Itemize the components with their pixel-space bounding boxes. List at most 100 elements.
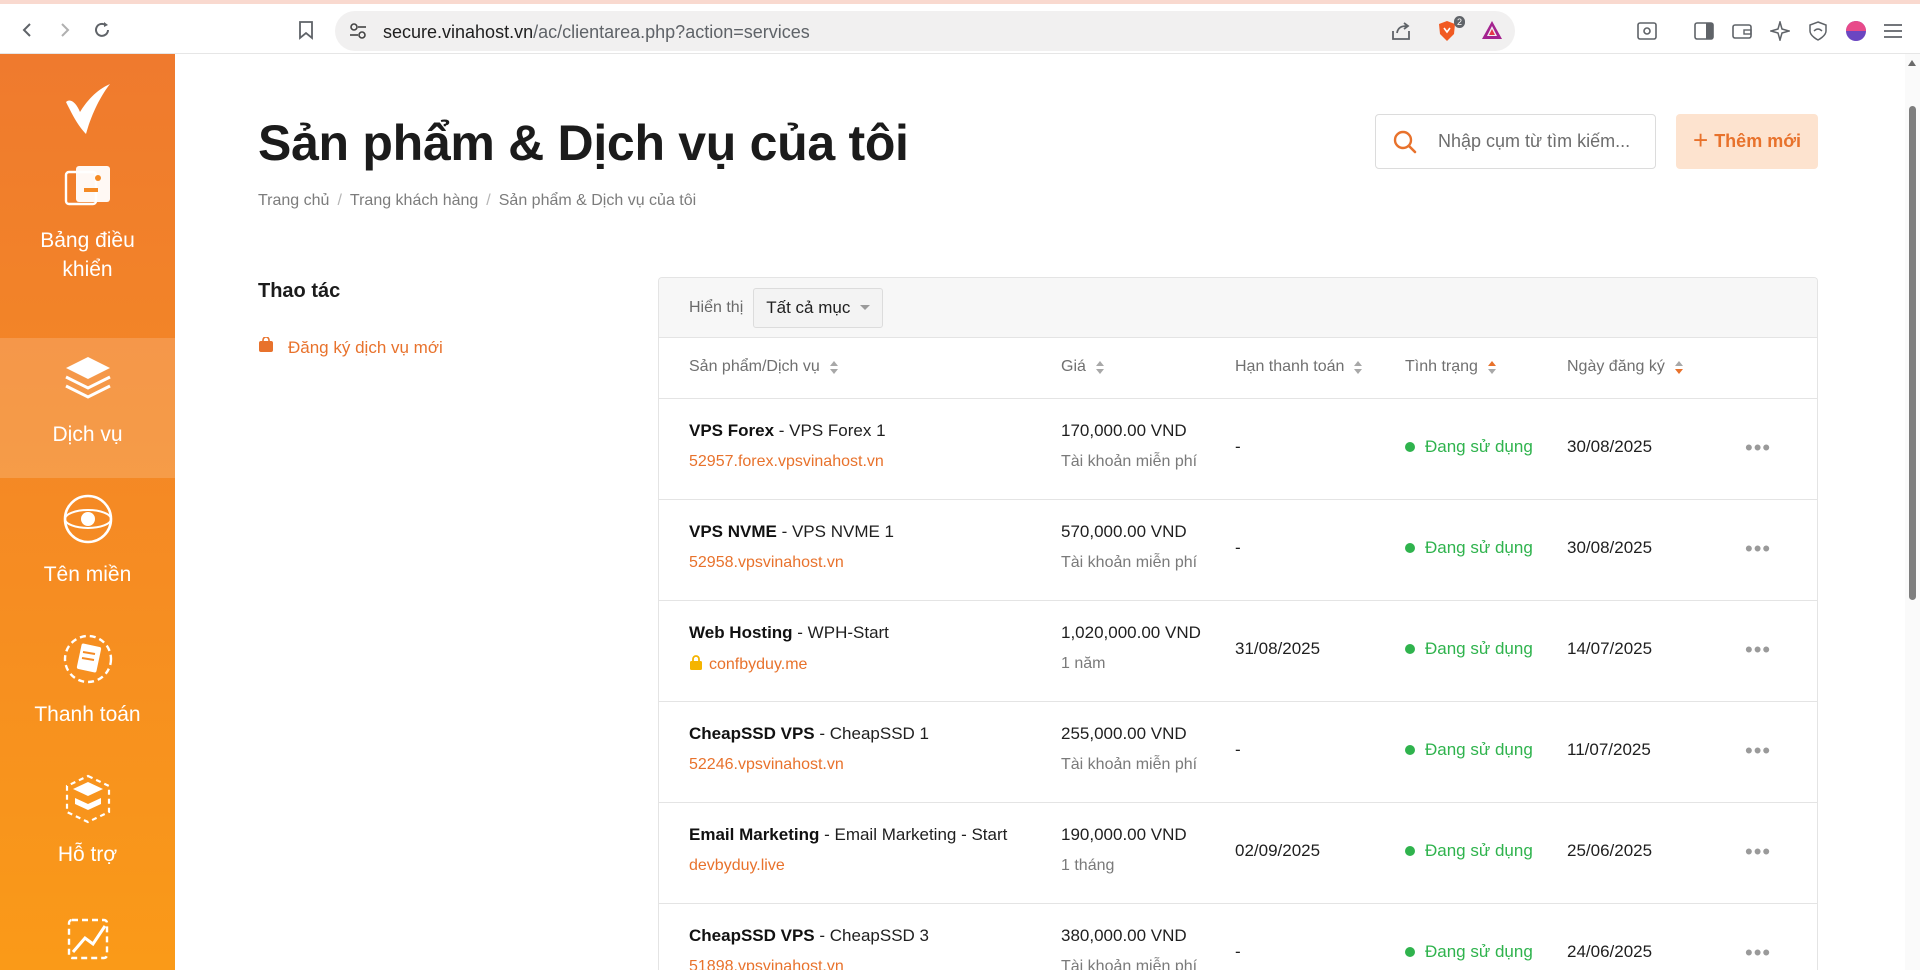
product-name[interactable]: VPS Forex - VPS Forex 1	[689, 421, 886, 441]
share-icon[interactable]	[1390, 21, 1412, 46]
product-group: CheapSSD VPS	[689, 724, 815, 743]
sidebar-item-services[interactable]: Dịch vụ	[0, 338, 175, 478]
column-header-registration-date[interactable]: Ngày đăng ký	[1567, 358, 1683, 376]
domain-icon	[59, 490, 117, 548]
status-badge: Đang sử dụng	[1405, 639, 1533, 659]
product-name[interactable]: CheapSSD VPS - CheapSSD 1	[689, 724, 929, 744]
sidebar-item-label: Hỗ trợ	[57, 843, 118, 866]
vinahost-logo[interactable]	[60, 80, 116, 140]
table-row[interactable]: VPS NVME - VPS NVME 1 52958.vpsvinahost.…	[659, 500, 1817, 601]
table-row[interactable]: CheapSSD VPS - CheapSSD 1 52246.vpsvinah…	[659, 702, 1817, 803]
search-icon[interactable]	[1392, 129, 1418, 160]
site-settings-icon[interactable]	[349, 22, 367, 45]
brave-rewards-icon[interactable]	[1480, 19, 1504, 46]
status-dot-icon	[1405, 846, 1415, 856]
table-header: Sản phẩm/Dịch vụ Giá Hạn thanh toán Tình…	[659, 338, 1817, 399]
scrollbar-thumb[interactable]	[1909, 106, 1916, 600]
sidebar-item-domains[interactable]: Tên miền	[0, 478, 175, 618]
status-text: Đang sử dụng	[1425, 538, 1533, 557]
product-plan: - VPS Forex 1	[774, 421, 886, 440]
status-text: Đang sử dụng	[1425, 942, 1533, 961]
vpn-icon[interactable]	[1805, 18, 1831, 44]
product-hostname[interactable]: 51898.vpsvinahost.vn	[689, 958, 844, 970]
column-label: Giá	[1061, 358, 1086, 375]
hostname-text: 52958.vpsvinahost.vn	[689, 554, 844, 571]
billing-cycle: Tài khoản miễn phí	[1061, 554, 1198, 571]
table-row[interactable]: Web Hosting - WPH-Start confbyduy.me 1,0…	[659, 601, 1817, 702]
product-group: Web Hosting	[689, 623, 793, 642]
bookmark-icon[interactable]	[292, 16, 320, 44]
billing-cycle: 1 năm	[1061, 655, 1106, 672]
hostname-text: 52246.vpsvinahost.vn	[689, 756, 844, 773]
product-name[interactable]: CheapSSD VPS - CheapSSD 3	[689, 926, 929, 946]
sidebar-item-dashboard[interactable]: Bảng điều khiển	[0, 144, 175, 284]
sidebar-toggle-icon[interactable]	[1691, 18, 1717, 44]
sort-icon	[1095, 360, 1104, 374]
product-hostname[interactable]: 52246.vpsvinahost.vn	[689, 756, 844, 774]
add-new-label: Thêm mới	[1714, 131, 1801, 151]
sidebar-item-label: Dịch vụ	[52, 423, 123, 446]
status-dot-icon	[1405, 442, 1415, 452]
registration-date: 14/07/2025	[1567, 639, 1653, 658]
more-options-icon[interactable]: •••	[1745, 435, 1771, 461]
due-date: -	[1235, 437, 1241, 456]
product-plan: - Email Marketing - Start	[819, 825, 1008, 844]
breadcrumb-home[interactable]: Trang chủ	[258, 192, 329, 210]
add-new-button[interactable]: + Thêm mới	[1676, 114, 1818, 169]
more-options-icon[interactable]: •••	[1745, 839, 1771, 865]
sort-icon	[1487, 360, 1496, 374]
column-header-status[interactable]: Tình trạng	[1405, 358, 1496, 376]
registration-date: 30/08/2025	[1567, 437, 1653, 456]
filter-select[interactable]: Tất cả mục	[753, 287, 884, 328]
sidebar-item-reports[interactable]	[0, 898, 175, 970]
search-box	[1375, 114, 1656, 169]
status-text: Đang sử dụng	[1425, 740, 1533, 759]
profile-avatar-icon[interactable]	[1843, 18, 1869, 44]
scroll-up-icon[interactable]	[1908, 60, 1916, 66]
back-icon[interactable]	[14, 16, 42, 44]
column-label: Tình trạng	[1405, 358, 1478, 375]
forward-icon[interactable]	[50, 16, 78, 44]
product-name[interactable]: VPS NVME - VPS NVME 1	[689, 522, 894, 542]
more-options-icon[interactable]: •••	[1745, 637, 1771, 663]
leo-ai-icon[interactable]	[1767, 18, 1793, 44]
product-hostname[interactable]: 52958.vpsvinahost.vn	[689, 554, 844, 572]
billing-cycle: Tài khoản miễn phí	[1061, 756, 1198, 773]
price: 1,020,000.00 VND	[1061, 623, 1201, 642]
status-dot-icon	[1405, 543, 1415, 553]
search-input[interactable]	[1438, 115, 1648, 168]
menu-icon[interactable]	[1880, 18, 1906, 44]
registration-date: 25/06/2025	[1567, 841, 1653, 860]
product-hostname[interactable]: confbyduy.me	[689, 655, 807, 675]
chart-icon	[59, 910, 117, 968]
status-badge: Đang sử dụng	[1405, 740, 1533, 760]
reader-mode-icon[interactable]	[1634, 18, 1660, 44]
table-row[interactable]: VPS Forex - VPS Forex 1 52957.forex.vpsv…	[659, 399, 1817, 500]
product-hostname[interactable]: devbyduy.live	[689, 857, 785, 875]
due-date: 02/09/2025	[1235, 841, 1321, 860]
more-options-icon[interactable]: •••	[1745, 940, 1771, 966]
breadcrumb-client-area[interactable]: Trang khách hàng	[350, 192, 478, 210]
column-label: Hạn thanh toán	[1235, 358, 1345, 375]
column-header-price[interactable]: Giá	[1061, 358, 1104, 376]
address-bar[interactable]: secure.vinahost.vn/ac/clientarea.php?act…	[335, 11, 1515, 51]
more-options-icon[interactable]: •••	[1745, 738, 1771, 764]
sidebar-item-support[interactable]: Hỗ trợ	[0, 758, 175, 898]
sidebar-item-billing[interactable]: Thanh toán	[0, 618, 175, 758]
product-name[interactable]: Web Hosting - WPH-Start	[689, 623, 889, 643]
brave-shield-icon[interactable]: 2	[1435, 16, 1465, 43]
table-row[interactable]: Email Marketing - Email Marketing - Star…	[659, 803, 1817, 904]
wallet-icon[interactable]	[1729, 18, 1755, 44]
reload-icon[interactable]	[88, 16, 116, 44]
product-hostname[interactable]: 52957.forex.vpsvinahost.vn	[689, 453, 884, 471]
column-header-due-date[interactable]: Hạn thanh toán	[1235, 358, 1363, 376]
column-header-product[interactable]: Sản phẩm/Dịch vụ	[689, 358, 838, 376]
table-row[interactable]: CheapSSD VPS - CheapSSD 3 51898.vpsvinah…	[659, 904, 1817, 970]
product-name[interactable]: Email Marketing - Email Marketing - Star…	[689, 825, 1007, 845]
register-service-link[interactable]: Đăng ký dịch vụ mới	[258, 336, 443, 358]
brave-badge: 2	[1453, 16, 1465, 28]
more-options-icon[interactable]: •••	[1745, 536, 1771, 562]
billing-cycle: Tài khoản miễn phí	[1061, 453, 1198, 470]
price: 170,000.00 VND	[1061, 421, 1187, 440]
vertical-scrollbar[interactable]	[1905, 54, 1920, 970]
